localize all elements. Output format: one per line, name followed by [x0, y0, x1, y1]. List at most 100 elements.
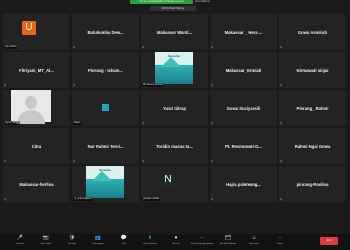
participant-tile[interactable]: Hajra paleteang... ⌀	[210, 166, 277, 202]
avatar: N	[161, 173, 175, 187]
muted-mic-icon: ⌀	[211, 159, 214, 163]
toolbar-label: Breakout Rooms	[219, 243, 237, 245]
muted-mic-icon: ⌀	[280, 45, 283, 49]
participant-name: Toridin masna ta...	[156, 143, 193, 149]
participant-tile[interactable]: Bercerita ni_unik belajaran	[72, 166, 139, 202]
toolbar-button[interactable]: ⋯ Pause/Stop Recording	[190, 235, 214, 249]
participant-tile[interactable]: Pinrang - Isham... ⌀	[72, 52, 139, 88]
participant-name: Yusri tidrap	[162, 105, 187, 111]
participant-tile[interactable]: Pinrang_ Rahmi ⌀	[279, 90, 346, 126]
toolbar-button[interactable]: ⋯ More	[268, 235, 292, 249]
screen-share-banner[interactable]: You are viewing Rahmi Hidayat's screen	[130, 0, 193, 4]
participant-name: Makassar-herlina	[19, 181, 54, 187]
toolbar-label: Chat	[121, 243, 127, 245]
video-feed: Bercerita	[155, 52, 193, 84]
participant-tile[interactable]: Diyah_sfinjai	[3, 90, 70, 126]
toolbar-label: More	[277, 243, 283, 245]
participant-tile[interactable]: Gowa Asmirah ⌀	[279, 14, 346, 50]
participant-name-tag: PK.kedeng-Sukses	[142, 83, 165, 87]
muted-mic-icon: ⌀	[73, 159, 76, 163]
toolbar-button[interactable]: 🎤 Unmute	[8, 235, 32, 249]
toolbar-label: Reactions	[249, 243, 259, 245]
video-feed: Bercerita	[86, 166, 124, 198]
toolbar-button[interactable]: ⬆ Share Screen	[138, 235, 162, 249]
toolbar-label: Record	[172, 243, 180, 245]
participant-name: Hajra paleteang...	[226, 181, 261, 187]
toolbar-label: Participants	[92, 243, 104, 245]
muted-mic-icon: ⌀	[211, 197, 214, 201]
participant-name: Bulukumba Dew...	[87, 29, 124, 35]
participant-tile[interactable]: Gowa Suciyarsih ⌀	[210, 90, 277, 126]
toolbar-label: Security	[68, 243, 76, 245]
muted-mic-icon: ⌀	[280, 121, 283, 125]
active-speaker-indicator: MAKASSAR Talking:	[150, 6, 196, 11]
participant-name-tag: Diyah_sfinjai	[4, 121, 20, 125]
participant-name: Citra	[31, 143, 42, 149]
muted-mic-icon: ⌀	[142, 45, 145, 49]
participant-name: pinrang-Roslina	[296, 181, 329, 187]
view-options-button[interactable]: View Options	[195, 0, 221, 4]
muted-mic-icon: ⌀	[4, 197, 7, 201]
participant-tile[interactable]: Npangkal nafilda	[141, 166, 208, 202]
participant-tile[interactable]: pinrang-Roslina ⌀	[279, 166, 346, 202]
toolbar-icon: 🎤	[16, 235, 24, 241]
toolbar-icon: ☺	[251, 235, 257, 241]
participant-tile[interactable]: Makassar _ Hera ... ⌀	[210, 14, 277, 50]
participant-tile[interactable]: Rahmi Ngai Gowa ⌀	[279, 128, 346, 164]
toolbar-icon: ⬆	[147, 235, 153, 241]
toolbar-label: Pause/Stop Recording	[191, 243, 213, 245]
muted-mic-icon: ⌀	[73, 45, 76, 49]
default-avatar-icon	[11, 90, 51, 124]
muted-mic-icon: ⌀	[4, 83, 7, 87]
participant-tile[interactable]: Bulukumba Dew... ⌀	[72, 14, 139, 50]
toolbar-icon: 📷	[42, 235, 50, 241]
toolbar-button[interactable]: 🗂 Breakout Rooms	[216, 235, 240, 249]
participant-tile[interactable]: Yusri tidrap ⌀	[141, 90, 208, 126]
toolbar-icon: ⋯	[277, 235, 283, 241]
participant-tile[interactable]: Makassar Wanti... ⌀	[141, 14, 208, 50]
participant-tile[interactable]: Nirmawati sinjai ⌀	[279, 52, 346, 88]
avatar: U	[22, 21, 36, 35]
toolbar-icon: 👥	[94, 235, 102, 241]
participant-tile[interactable]: Fitriyani_MT_Al... ⌀	[3, 52, 70, 88]
participant-name: Nur Rahmi Terni...	[87, 143, 124, 149]
toolbar-button[interactable]: ⏺ Record	[164, 235, 188, 249]
participant-name: Nirmawati sinjai	[296, 67, 329, 73]
participant-name-tag: Upe Rahim	[4, 45, 18, 49]
toolbar-button[interactable]: 💬 Chat	[112, 235, 136, 249]
participant-name: Pinrang - Isham...	[88, 67, 123, 73]
video-feed	[102, 104, 109, 111]
participant-tile[interactable]: Pt. Resmuwati-G... ⌀	[210, 128, 277, 164]
toolbar-button[interactable]: 📷 Start Video	[34, 235, 58, 249]
meeting-toolbar: End 🎤 Unmute 📷 Start Video 🛡 Security 👥 Partici…	[0, 234, 350, 250]
participant-tile[interactable]: Nur Rahmi Terni... ⌀	[72, 128, 139, 164]
participant-tile[interactable]: Citra ⌀	[3, 128, 70, 164]
muted-mic-icon: ⌀	[142, 121, 145, 125]
participant-tile[interactable]: Mhjeb	[72, 90, 139, 126]
muted-mic-icon: ⌀	[73, 83, 76, 87]
muted-mic-icon: ⌀	[280, 83, 283, 87]
toolbar-button[interactable]: 🛡 Security	[60, 235, 84, 249]
participant-name: Rahmi Ngai Gowa	[294, 143, 331, 149]
muted-mic-icon: ⌀	[211, 83, 214, 87]
toolbar-icon: 💬	[120, 235, 128, 241]
participant-name: Gowa Asmirah	[297, 29, 328, 35]
feed-logo-text: Bercerita	[99, 169, 111, 172]
toolbar-button[interactable]: ☺ Reactions	[242, 235, 266, 249]
toolbar-button[interactable]: 👥 Participants	[86, 235, 110, 249]
feed-logo-text: Bercerita	[168, 55, 180, 58]
participant-name: Makassar Wanti...	[157, 29, 192, 35]
participant-tile[interactable]: Makassar_Ermiati ⌀	[210, 52, 277, 88]
participant-name-tag: pangkal nafilda	[142, 197, 161, 201]
muted-mic-icon: ⌀	[4, 159, 7, 163]
participant-tile[interactable]: Bercerita PK.kedeng-Sukses	[141, 52, 208, 88]
participant-tile[interactable]: Makassar-herlina ⌀	[3, 166, 70, 202]
end-meeting-button[interactable]: End	[320, 237, 338, 245]
toolbar-icon: 🛡	[68, 235, 76, 241]
participant-name: Pinrang_ Rahmi	[296, 105, 329, 111]
participant-tile[interactable]: Toridin masna ta... ⌀	[141, 128, 208, 164]
participant-tile[interactable]: U Upe Rahim	[3, 14, 70, 50]
muted-mic-icon: ⌀	[280, 159, 283, 163]
participant-name: Pt. Resmuwati-G...	[225, 143, 262, 149]
muted-mic-icon: ⌀	[142, 159, 145, 163]
